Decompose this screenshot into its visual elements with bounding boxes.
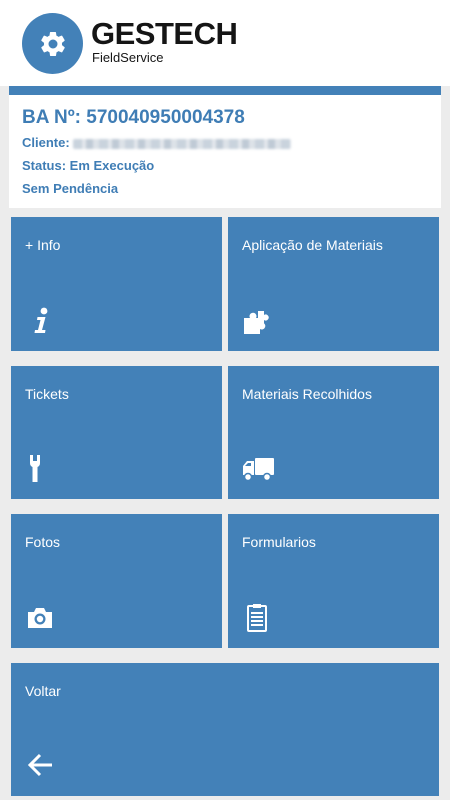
pending-status: Sem Pendência: [22, 181, 119, 196]
arrow-left-icon: [27, 753, 52, 777]
camera-icon: [28, 608, 52, 628]
gear-icon: [40, 31, 65, 56]
client-value-redacted: [72, 138, 291, 149]
ba-number: BA Nº: 570040950004378: [22, 107, 245, 128]
tile-formularios-label: Formularios: [242, 534, 316, 550]
tile-aplicacao-materiais[interactable]: Aplicação de Materiais: [228, 217, 439, 351]
client-label: Cliente:: [22, 135, 70, 150]
client-line: Cliente:: [22, 135, 291, 150]
tile-materiais-recolhidos[interactable]: Materiais Recolhidos: [228, 366, 439, 499]
accent-divider: [9, 86, 441, 95]
tile-tickets-label: Tickets: [25, 386, 69, 402]
tile-formularios[interactable]: Formularios: [228, 514, 439, 648]
brand-name: GESTECH: [91, 16, 238, 51]
tile-fotos-label: Fotos: [25, 534, 61, 550]
clipboard-icon: [247, 604, 267, 632]
wrench-icon: [30, 455, 40, 482]
puzzle-icon: [244, 311, 269, 334]
tile-tickets[interactable]: Tickets: [11, 366, 222, 499]
info-icon: [34, 307, 48, 333]
tile-aplicacao-materiais-label: Aplicação de Materiais: [242, 237, 383, 253]
truck-icon: [243, 458, 274, 482]
tile-info-label: + Info: [25, 237, 61, 253]
tile-voltar[interactable]: Voltar: [11, 663, 439, 796]
tile-fotos[interactable]: Fotos: [11, 514, 222, 648]
tile-materiais-recolhidos-label: Materiais Recolhidos: [242, 386, 372, 402]
order-info-card: BA Nº: 570040950004378 Cliente: Status: …: [9, 95, 441, 208]
tile-info[interactable]: + Info: [11, 217, 222, 351]
tile-voltar-label: Voltar: [25, 683, 61, 699]
logo-badge: [22, 13, 83, 74]
app-header: GESTECH FieldService: [0, 0, 450, 86]
status-text: Status: Em Execução: [22, 158, 155, 173]
brand-subtitle: FieldService: [92, 50, 164, 65]
